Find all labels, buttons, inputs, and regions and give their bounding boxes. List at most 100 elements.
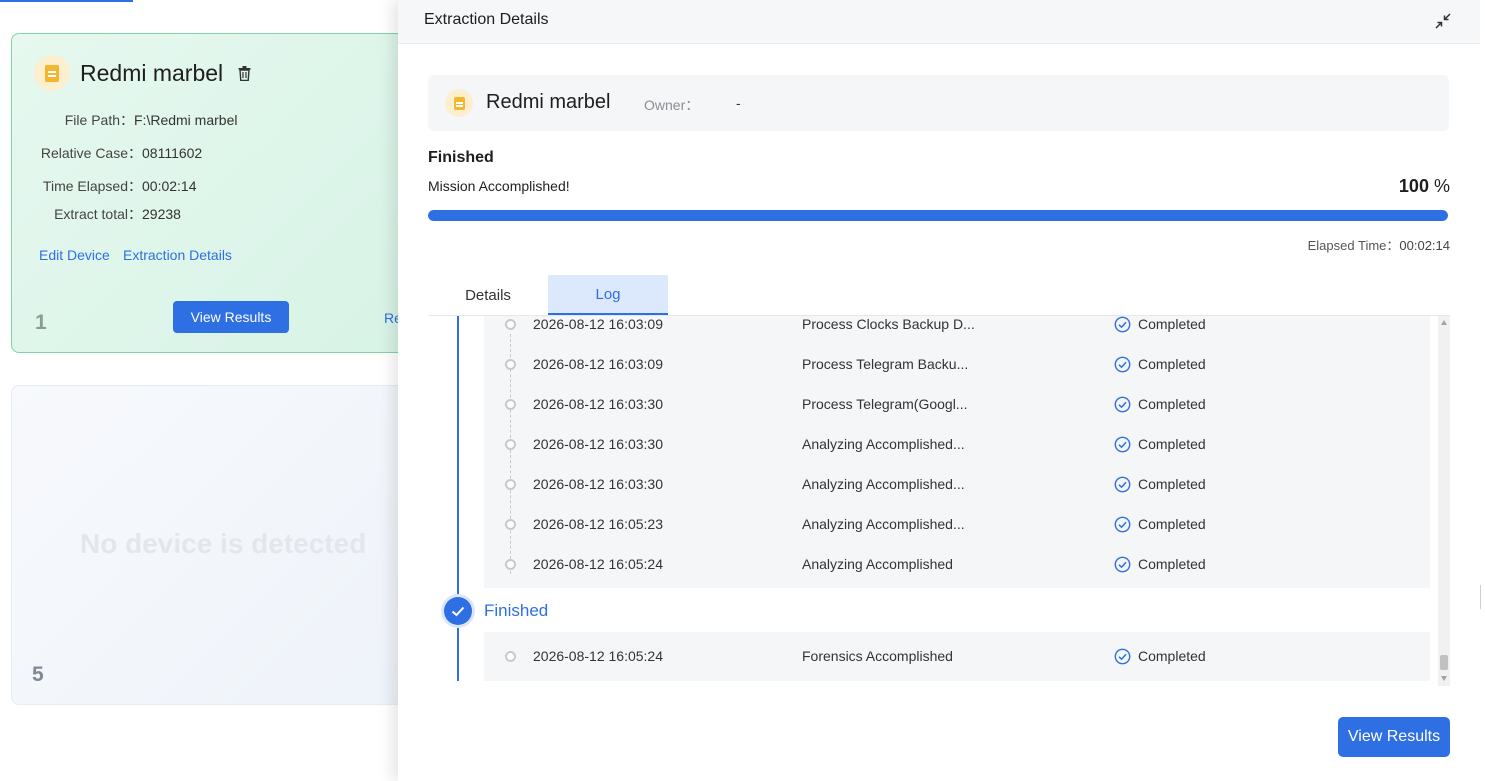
view-results-button[interactable]: View Results xyxy=(1338,717,1450,757)
log-status: Completed xyxy=(1138,436,1206,452)
elapsed-label: Elapsed Time： xyxy=(1307,238,1400,253)
drawer-title: Extraction Details xyxy=(424,11,549,28)
log-description: Analyzing Accomplished... xyxy=(802,476,965,492)
log-status: Completed xyxy=(1138,396,1206,412)
time-elapsed-label: Time Elapsed： xyxy=(42,178,142,194)
progress-percent: 100 % xyxy=(1399,176,1450,197)
log-description: Process Telegram(Googl... xyxy=(802,396,968,412)
empty-slot-number: 5 xyxy=(32,663,44,686)
check-circle-icon xyxy=(1114,556,1131,573)
log-time: 2026-08-12 16:03:30 xyxy=(533,476,663,492)
timeline-dot xyxy=(505,399,516,410)
log-status: Completed xyxy=(1138,316,1206,332)
log-row: 2026-08-12 16:05:24 Forensics Accomplishe… xyxy=(484,637,1430,677)
check-circle-icon xyxy=(1114,436,1131,453)
page-edge xyxy=(1480,0,1485,781)
elapsed-time: Elapsed Time：00:02:14 xyxy=(1308,235,1450,254)
percent-unit: % xyxy=(1433,176,1450,196)
time-elapsed-value: 00:02:14 xyxy=(142,178,197,194)
log-row: 2026-08-12 16:05:23 Analyzing Accomplishe… xyxy=(484,505,1430,545)
log-time: 2026-08-12 16:03:30 xyxy=(533,436,663,452)
edge-marker xyxy=(1480,585,1485,609)
relative-case-value: 08111602 xyxy=(142,145,203,161)
log-time: 2026-08-12 16:03:09 xyxy=(533,316,663,332)
log-row: 2026-08-12 16:03:09 Process Clocks Backup… xyxy=(484,316,1430,345)
log-time: 2026-08-12 16:03:09 xyxy=(533,356,663,372)
relative-case-row: Relative Case：08111602 xyxy=(28,143,202,163)
owner-label: Owner： xyxy=(644,97,700,113)
log-status: Completed xyxy=(1138,516,1206,532)
timeline-dot xyxy=(505,359,516,370)
scroll-up-icon[interactable] xyxy=(1441,320,1447,325)
file-icon xyxy=(34,55,70,91)
status-message: Mission Accomplished! xyxy=(428,178,570,194)
device-card[interactable]: Redmi marbel File Path：F:\Redmi marbel R… xyxy=(11,33,431,353)
check-circle-icon xyxy=(1114,396,1131,413)
timeline-dot xyxy=(505,439,516,450)
log-time: 2026-08-12 16:05:24 xyxy=(533,648,663,664)
owner-value: - xyxy=(736,95,741,111)
empty-device-card: No device is detected 5 xyxy=(11,385,431,705)
timeline-dot xyxy=(505,479,516,490)
log-timeline: Finished 2026-08-12 16:03:09 Process Cloc… xyxy=(428,316,1450,686)
file-path-row: File Path：F:\Redmi marbel xyxy=(28,110,238,130)
extract-total-label: Extract total： xyxy=(54,206,142,222)
timeline-dot xyxy=(505,559,516,570)
log-scrollbar[interactable] xyxy=(1438,316,1450,686)
progress-fill xyxy=(428,210,1448,221)
log-description: Process Telegram Backu... xyxy=(802,356,969,372)
tab-details[interactable]: Details xyxy=(428,275,548,315)
extract-total-value: 29238 xyxy=(142,206,181,222)
device-info-box: Redmi marbel Owner： - xyxy=(428,75,1449,131)
card-view-results-button[interactable]: View Results xyxy=(173,301,289,333)
device-name: Redmi marbel xyxy=(80,60,224,86)
log-status: Completed xyxy=(1138,648,1206,664)
log-description: Forensics Accomplished xyxy=(802,648,953,664)
scroll-down-icon[interactable] xyxy=(1441,676,1447,681)
check-circle-icon xyxy=(1114,648,1131,665)
relative-case-label: Relative Case： xyxy=(40,145,142,161)
time-elapsed-row: Time Elapsed：00:02:14 xyxy=(28,176,197,196)
finished-check-icon xyxy=(444,597,472,625)
drawer-device-name: Redmi marbel xyxy=(486,91,611,113)
tab-log[interactable]: Log xyxy=(548,275,668,315)
timeline-line xyxy=(457,316,459,681)
file-path-label: File Path： xyxy=(64,112,134,128)
extraction-details-link[interactable]: Extraction Details xyxy=(123,247,232,263)
log-row: 2026-08-12 16:05:24 Analyzing Accomplishe… xyxy=(484,545,1430,585)
progress-bar xyxy=(428,210,1448,221)
log-status: Completed xyxy=(1138,556,1206,572)
scroll-thumb[interactable] xyxy=(1440,655,1448,670)
top-tab-indicator xyxy=(0,0,133,2)
log-description: Analyzing Accomplished xyxy=(802,556,953,572)
log-row: 2026-08-12 16:03:30 Analyzing Accomplishe… xyxy=(484,465,1430,505)
log-description: Analyzing Accomplished... xyxy=(802,516,965,532)
drawer-header: Extraction Details xyxy=(398,0,1480,44)
file-icon xyxy=(445,89,473,117)
timeline-dot xyxy=(505,651,516,662)
checkmark-icon xyxy=(451,606,465,616)
log-row: 2026-08-12 16:03:09 Process Telegram Back… xyxy=(484,345,1430,385)
finished-group-label: Finished xyxy=(484,601,549,620)
log-row: 2026-08-12 16:03:30 Process Telegram(Goog… xyxy=(484,385,1430,425)
log-description: Process Clocks Backup D... xyxy=(802,316,975,332)
check-circle-icon xyxy=(1114,476,1131,493)
check-circle-icon xyxy=(1114,356,1131,373)
timeline-dot xyxy=(505,519,516,530)
elapsed-value: 00:02:14 xyxy=(1399,238,1450,253)
log-row: 2026-08-12 16:03:30 Analyzing Accomplishe… xyxy=(484,425,1430,465)
percent-value: 100 xyxy=(1398,176,1429,196)
timeline-dot xyxy=(505,319,516,330)
collapse-icon[interactable] xyxy=(1434,12,1452,30)
log-time: 2026-08-12 16:05:23 xyxy=(533,516,663,532)
status-title: Finished xyxy=(428,149,494,166)
check-circle-icon xyxy=(1114,516,1131,533)
log-description: Analyzing Accomplished... xyxy=(802,436,965,452)
extract-total-row: Extract total：29238 xyxy=(28,204,181,224)
extraction-details-drawer: Extraction Details Redmi marbel Owner： -… xyxy=(398,0,1480,781)
no-device-message: No device is detected xyxy=(80,528,367,559)
log-time: 2026-08-12 16:03:30 xyxy=(533,396,663,412)
file-path-value: F:\Redmi marbel xyxy=(134,112,238,128)
edit-device-link[interactable]: Edit Device xyxy=(39,247,110,263)
trash-icon[interactable] xyxy=(238,66,251,81)
